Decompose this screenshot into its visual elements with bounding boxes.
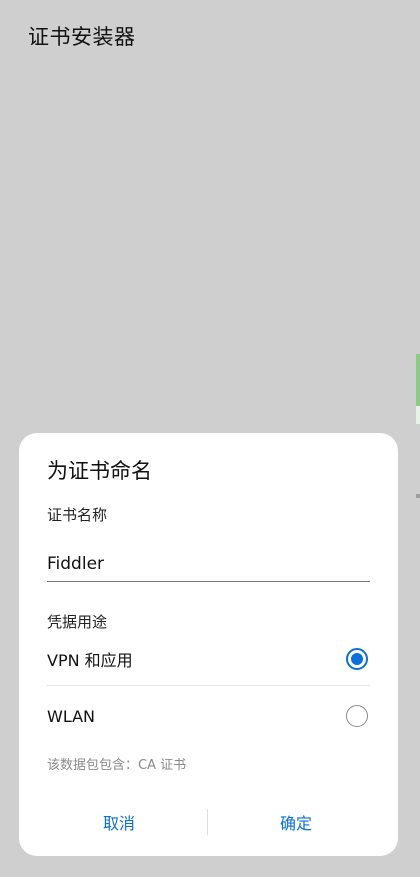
bottom-bar [0, 857, 420, 877]
certificate-name-label: 证书名称 [47, 506, 108, 524]
name-certificate-dialog: 为证书命名 证书名称 凭据用途 VPN 和应用 WLAN 该数据包包含：CA 证… [19, 433, 398, 856]
credential-usage-label: 凭据用途 [47, 613, 108, 631]
app-title: 证书安装器 [28, 25, 136, 49]
option-vpn-and-apps[interactable]: VPN 和应用 [47, 633, 370, 686]
dialog-actions: 取消 确定 [19, 804, 398, 844]
option-label: WLAN [47, 706, 96, 726]
cancel-button[interactable]: 取消 [39, 804, 199, 844]
radio-checked-icon[interactable] [346, 648, 368, 670]
certificate-name-input[interactable] [47, 547, 370, 582]
option-label: VPN 和应用 [47, 651, 133, 670]
radio-unchecked-icon[interactable] [346, 705, 368, 727]
background-edge-strip [416, 354, 420, 406]
action-divider [207, 809, 208, 835]
confirm-button[interactable]: 确定 [216, 804, 376, 844]
background-edge-strip [416, 494, 420, 498]
background-edge-strip [416, 406, 420, 424]
option-wlan[interactable]: WLAN [47, 690, 370, 742]
package-contents-note: 该数据包包含：CA 证书 [47, 758, 187, 773]
dialog-title: 为证书命名 [47, 459, 152, 483]
